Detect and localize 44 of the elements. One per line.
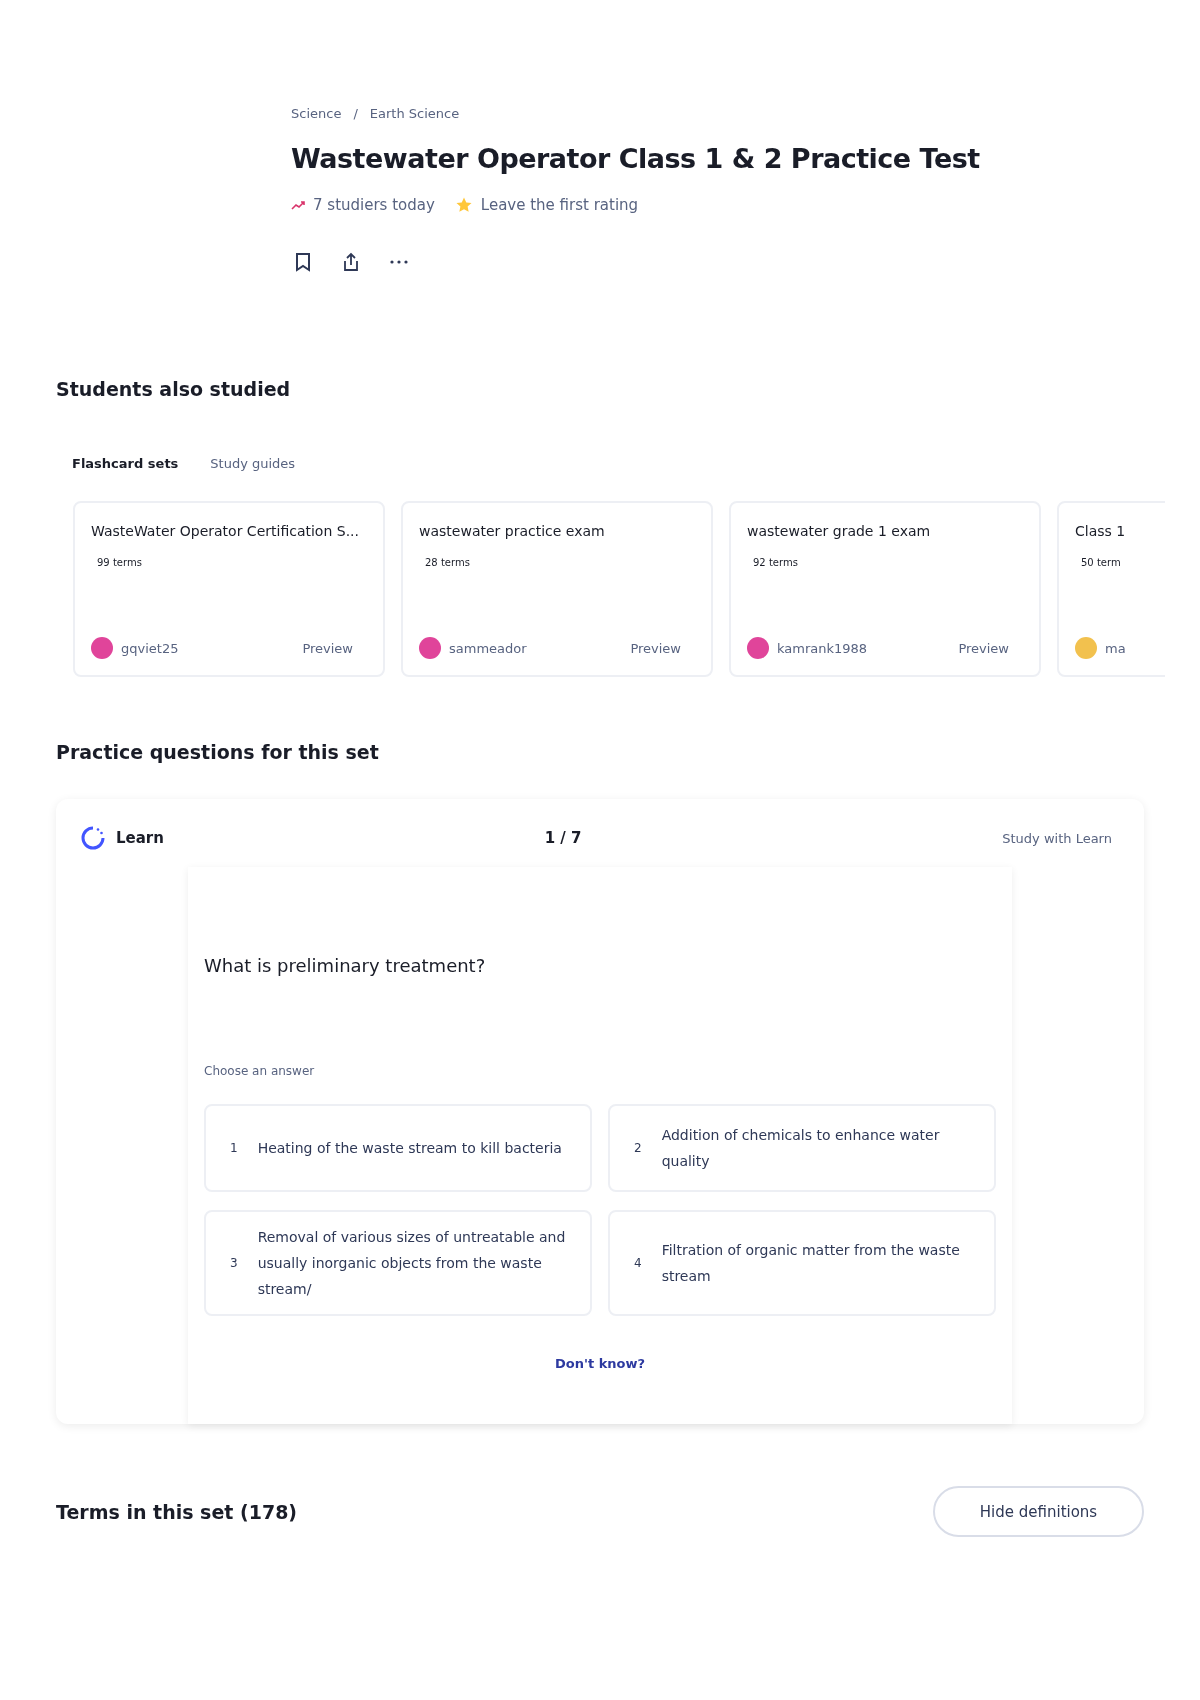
page-title: Wastewater Operator Class 1 & 2 Practice Test bbox=[291, 143, 981, 174]
section-heading: Terms in this set (178) bbox=[56, 1500, 298, 1523]
star-icon bbox=[454, 196, 473, 214]
answer-option[interactable]: 4 Filtration of organic matter from the waste stream bbox=[608, 1210, 996, 1316]
breadcrumb-separator: / bbox=[353, 106, 358, 121]
terms-count: 50 term bbox=[1081, 557, 1122, 568]
section-heading: Practice questions for this set bbox=[56, 741, 380, 763]
tab[interactable]: Study guides bbox=[210, 456, 296, 471]
studiers-count: 7 studiers today bbox=[313, 196, 435, 214]
author-name: gqviet25 bbox=[121, 640, 179, 656]
flashcard-set-card[interactable]: wastewater practice exam 28 terms sammeador Preview bbox=[401, 501, 713, 677]
answer-prompt: Choose an answer bbox=[204, 1064, 316, 1078]
preview-link[interactable]: Preview bbox=[958, 640, 1009, 656]
set-title: Class 1 bbox=[1075, 523, 1127, 539]
study-link[interactable]: Study with Learn bbox=[1002, 830, 1112, 846]
learn-icon bbox=[80, 825, 106, 851]
preview-link[interactable]: Preview bbox=[302, 640, 353, 656]
breadcrumb-link[interactable]: Science bbox=[291, 106, 342, 121]
set-title: WasteWater Operator Certification S... bbox=[91, 523, 360, 539]
tab[interactable]: Flashcard sets bbox=[72, 456, 179, 471]
section-heading: Students also studied bbox=[56, 378, 292, 400]
answer-option[interactable]: 1 Heating of the waste stream to kill bacteria bbox=[204, 1104, 592, 1192]
set-title: wastewater practice exam bbox=[419, 523, 606, 539]
progress-counter: 1 / 7 bbox=[544, 829, 582, 847]
terms-count: 28 terms bbox=[425, 557, 471, 568]
mode-label: Learn bbox=[116, 829, 164, 847]
trending-icon bbox=[291, 200, 305, 210]
hide-definitions-button[interactable]: Hide definitions bbox=[933, 1486, 1144, 1537]
dont-know-link[interactable]: Don't know? bbox=[554, 1356, 646, 1371]
flashcard-set-card[interactable]: wastewater grade 1 exam 92 terms kamrank1988 Preview bbox=[729, 501, 1041, 677]
answer-option[interactable]: 2 Addition of chemicals to enhance water quality bbox=[608, 1104, 996, 1192]
breadcrumb-link[interactable]: Earth Science bbox=[369, 106, 460, 121]
preview-link[interactable]: Preview bbox=[630, 640, 681, 656]
answer-option[interactable]: 3 Removal of various sizes of untreatable and usually inorganic objects from the waste stream/ bbox=[204, 1210, 592, 1316]
author-name: kamrank1988 bbox=[777, 640, 868, 656]
author-name: ma bbox=[1105, 640, 1126, 656]
terms-count: 92 terms bbox=[753, 557, 799, 568]
set-title: wastewater grade 1 exam bbox=[747, 523, 932, 539]
rating-link[interactable]: Leave the first rating bbox=[480, 196, 639, 214]
flashcard-set-card[interactable]: Class 1 50 term ma bbox=[1057, 501, 1165, 677]
terms-count: 99 terms bbox=[97, 557, 143, 568]
author-name: sammeador bbox=[449, 640, 527, 656]
question-text: What is preliminary treatment? bbox=[204, 955, 487, 976]
flashcard-set-card[interactable]: WasteWater Operator Certification S... 99 terms gqviet25 Preview bbox=[73, 501, 385, 677]
